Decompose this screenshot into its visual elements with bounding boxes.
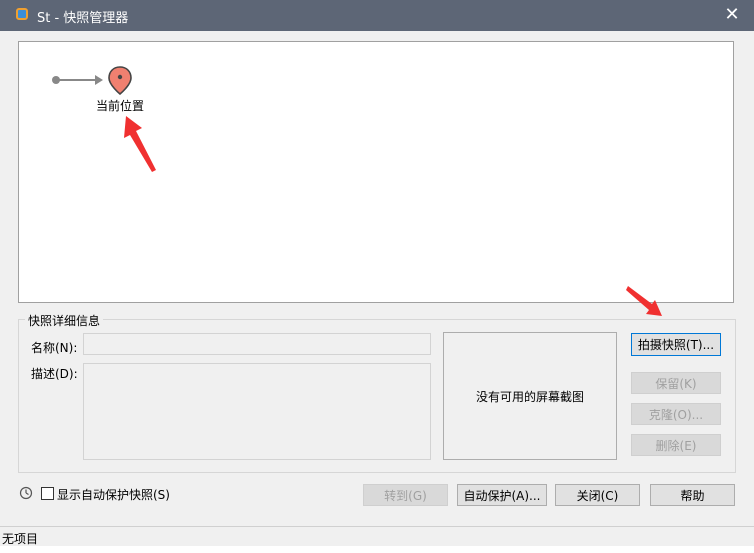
screenshot-preview: 没有可用的屏幕截图 <box>443 332 617 460</box>
goto-button[interactable]: 转到(G) <box>363 484 448 506</box>
background-window-strip <box>0 546 754 553</box>
close-icon[interactable]: ✕ <box>720 3 744 27</box>
snapshot-details-title: 快照详细信息 <box>25 312 104 329</box>
location-pin-icon <box>108 66 132 96</box>
name-label: 名称(N): <box>31 341 78 355</box>
description-label: 描述(D): <box>31 367 78 381</box>
clone-button[interactable]: 克隆(O)... <box>631 403 721 425</box>
timeline-arrowhead <box>95 75 103 85</box>
window-title: St - 快照管理器 <box>37 11 129 26</box>
delete-button[interactable]: 删除(E) <box>631 434 721 456</box>
annotation-arrow-snapshot <box>626 286 662 316</box>
name-field[interactable] <box>83 333 431 355</box>
no-screenshot-text: 没有可用的屏幕截图 <box>475 389 584 404</box>
show-autoprotect-label[interactable]: 显示自动保护快照(S) <box>57 486 170 503</box>
close-button[interactable]: 关闭(C) <box>555 484 640 506</box>
title-bar: St - 快照管理器 ✕ <box>0 0 754 31</box>
autoprotect-button[interactable]: 自动保护(A)... <box>457 484 547 506</box>
help-button[interactable]: 帮助 <box>650 484 735 506</box>
vmware-icon <box>16 8 28 20</box>
description-field[interactable] <box>83 363 431 460</box>
show-autoprotect-checkbox[interactable] <box>41 487 54 500</box>
history-clock-icon <box>19 486 33 500</box>
annotation-arrow-current <box>124 116 156 172</box>
take-snapshot-button[interactable]: 拍摄快照(T)... <box>631 333 721 356</box>
status-bar: 无项目 <box>0 526 754 546</box>
keep-button[interactable]: 保留(K) <box>631 372 721 394</box>
status-text: 无项目 <box>2 532 39 546</box>
